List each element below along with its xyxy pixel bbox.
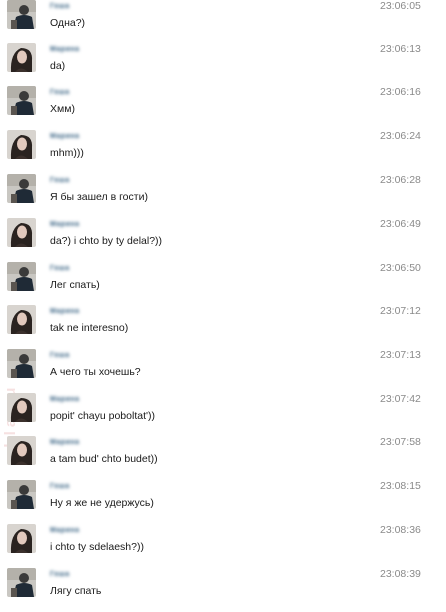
sender-name[interactable]: Марина [50, 396, 80, 403]
message-text: da) [50, 60, 66, 72]
sender-name[interactable]: Марина [50, 133, 80, 140]
message-text: Лягу спать [50, 585, 102, 597]
message-row: Гоша Я бы зашел в гости) 23:06:28 [0, 174, 446, 218]
avatar[interactable] [7, 568, 36, 597]
avatar[interactable] [7, 480, 36, 509]
message-timestamp: 23:08:39 [380, 568, 421, 580]
sender-name[interactable]: Марина [50, 46, 80, 53]
avatar[interactable] [7, 305, 36, 334]
sender-name[interactable]: Марина [50, 308, 80, 315]
sender-name[interactable]: Гоша [50, 483, 70, 490]
sender-name[interactable]: Марина [50, 527, 80, 534]
message-text: Ну я же не удержусь) [50, 497, 154, 509]
portrait-avatar [7, 524, 36, 553]
message-row: Марина i chto ty sdelaesh?)) 23:08:36 [0, 524, 446, 568]
sender-name[interactable]: Гоша [50, 571, 70, 578]
message-row: Гоша Ну я же не удержусь) 23:08:15 [0, 480, 446, 524]
avatar[interactable] [7, 174, 36, 203]
message-timestamp: 23:06:49 [380, 218, 421, 230]
message-timestamp: 23:07:42 [380, 393, 421, 405]
portrait-avatar [7, 218, 36, 247]
message-text: i chto ty sdelaesh?)) [50, 541, 144, 553]
sender-name[interactable]: Гоша [50, 265, 70, 272]
avatar[interactable] [7, 218, 36, 247]
message-row: Гоша Хмм) 23:06:16 [0, 86, 446, 130]
message-text: da?) i chto by ty delal?)) [50, 235, 163, 247]
avatar[interactable] [7, 262, 36, 291]
sender-name[interactable]: Гоша [50, 352, 70, 359]
message-text: Я бы зашел в гости) [50, 191, 148, 203]
portrait-avatar [7, 130, 36, 159]
sender-name[interactable]: Марина [50, 221, 80, 228]
sender-name[interactable]: Гоша [50, 3, 70, 10]
message-text: popit' chayu poboltat')) [50, 410, 155, 422]
message-text: a tam bud' chto budet)) [50, 453, 158, 465]
dark-figure-avatar [7, 349, 36, 378]
portrait-avatar [7, 393, 36, 422]
message-timestamp: 23:06:50 [380, 262, 421, 274]
dark-figure-avatar [7, 86, 36, 115]
dark-figure-avatar [7, 262, 36, 291]
message-text: tak ne interesno) [50, 322, 129, 334]
avatar[interactable] [7, 43, 36, 72]
message-row: Марина popit' chayu poboltat')) 23:07:42 [0, 393, 446, 437]
avatar[interactable] [7, 0, 36, 29]
avatar[interactable] [7, 86, 36, 115]
dark-figure-avatar [7, 568, 36, 597]
sender-name[interactable]: Гоша [50, 177, 70, 184]
message-timestamp: 23:06:13 [380, 43, 421, 55]
message-timestamp: 23:06:28 [380, 174, 421, 186]
message-timestamp: 23:06:16 [380, 86, 421, 98]
message-row: Марина da?) i chto by ty delal?)) 23:06:49 [0, 218, 446, 262]
message-timestamp: 23:06:24 [380, 130, 421, 142]
portrait-avatar [7, 305, 36, 334]
message-timestamp: 23:07:12 [380, 305, 421, 317]
portrait-avatar [7, 436, 36, 465]
message-timestamp: 23:07:58 [380, 436, 421, 448]
avatar[interactable] [7, 436, 36, 465]
dark-figure-avatar [7, 174, 36, 203]
message-timestamp: 23:08:36 [380, 524, 421, 536]
message-row: Гоша Лег спать) 23:06:50 [0, 262, 446, 306]
message-text: Лег спать) [50, 279, 100, 291]
avatar[interactable] [7, 393, 36, 422]
portrait-avatar [7, 43, 36, 72]
message-row: Марина mhm))) 23:06:24 [0, 130, 446, 174]
message-row: Марина tak ne interesno) 23:07:12 [0, 305, 446, 349]
avatar[interactable] [7, 130, 36, 159]
message-text: Хмм) [50, 103, 75, 115]
message-row: Марина a tam bud' chto budet)) 23:07:58 [0, 436, 446, 480]
dark-figure-avatar [7, 480, 36, 509]
message-timestamp: 23:08:15 [380, 480, 421, 492]
dark-figure-avatar [7, 0, 36, 29]
message-timestamp: 23:07:13 [380, 349, 421, 361]
message-row: Гоша А чего ты хочешь? 23:07:13 [0, 349, 446, 393]
message-text: Одна?) [50, 17, 86, 29]
message-timestamp: 23:06:05 [380, 0, 421, 12]
sender-name[interactable]: Марина [50, 439, 80, 446]
message-row: Марина da) 23:06:13 [0, 43, 446, 87]
sender-name[interactable]: Гоша [50, 89, 70, 96]
message-row: Гоша Одна?) 23:06:05 [0, 0, 446, 44]
avatar[interactable] [7, 524, 36, 553]
message-text: mhm))) [50, 147, 84, 159]
message-text: А чего ты хочешь? [50, 366, 141, 378]
message-row: Гоша Лягу спать 23:08:39 [0, 568, 446, 612]
avatar[interactable] [7, 349, 36, 378]
